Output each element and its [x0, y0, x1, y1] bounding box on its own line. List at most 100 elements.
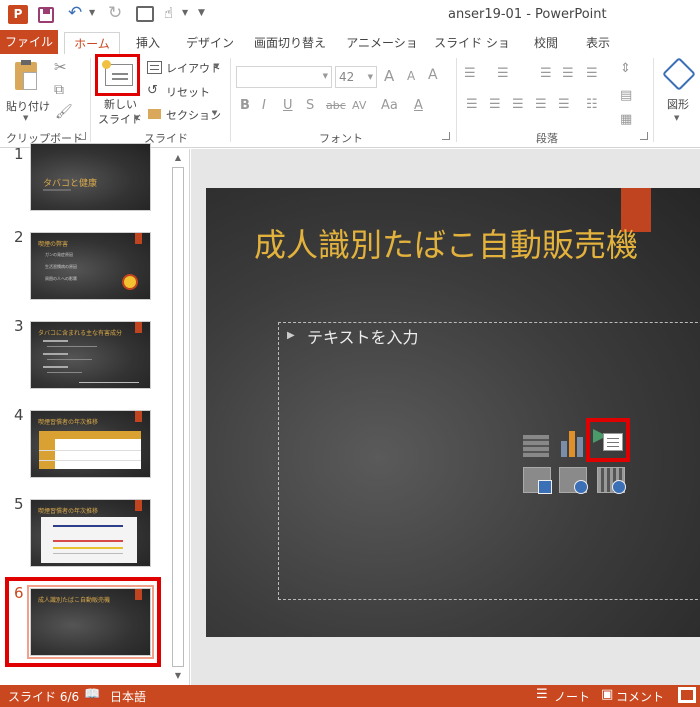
insert-online-picture-icon[interactable] [559, 467, 588, 494]
slide-thumbnail-4[interactable]: 喫煙習慣者の年次推移 [30, 410, 151, 478]
tab-animations[interactable]: アニメーション [344, 32, 420, 72]
format-painter-icon[interactable]: 🖌 [55, 104, 73, 120]
text-direction-icon[interactable]: ⇕ [620, 61, 631, 76]
shapes-dropdown-icon: ▼ [674, 114, 680, 122]
cut-icon[interactable]: ✂ [54, 58, 67, 76]
bullets-icon[interactable]: ☰ [464, 66, 476, 81]
thumb-text-line [47, 359, 92, 360]
redo-icon[interactable]: ↻ [108, 3, 122, 23]
increase-indent-icon[interactable]: ☰ [562, 66, 574, 81]
layout-icon [147, 61, 162, 74]
undo-icon[interactable]: ↶ [68, 3, 82, 23]
slide-thumbnail-2[interactable]: 喫煙の弊害 ガンの発症原因 生活習慣病の原因 周囲の人への影響 [30, 232, 151, 300]
slide-thumbnail-1[interactable]: タバコと健康 [30, 143, 151, 211]
thumb-number: 1 [14, 145, 24, 163]
content-placeholder[interactable]: ▶ テキストを入力 [278, 322, 700, 600]
powerpoint-icon[interactable]: P [8, 5, 28, 24]
columns-icon[interactable]: ☷ [586, 97, 598, 112]
line-spacing-icon[interactable]: ☰ [586, 66, 598, 81]
slide-thumbnail-5[interactable]: 喫煙習慣者の年次推移 [30, 499, 151, 567]
normal-view-icon[interactable] [678, 687, 696, 703]
slide-thumbnail-3[interactable]: タバコに含まれる主な有害成分 [30, 321, 151, 389]
scroll-down-icon[interactable]: ▼ [171, 669, 185, 683]
justify-icon[interactable]: ☰ [535, 97, 547, 112]
distributed-icon[interactable]: ☰ [558, 97, 570, 112]
ribbon: 貼り付け ▼ ✂ ⧉ 🖌 クリップボード 新しい スライド ▼ レイアウト ▼ … [0, 54, 700, 148]
comments-icon[interactable]: ▣ [601, 687, 613, 702]
current-slide[interactable]: 成人識別たばこ自動販売機 ▶ テキストを入力 [206, 188, 700, 637]
italic-icon[interactable]: I [262, 98, 266, 113]
underline-icon[interactable]: U [283, 98, 293, 113]
insert-chart-icon[interactable] [559, 427, 585, 457]
shrink-font-icon[interactable]: A [407, 69, 415, 83]
align-right-icon[interactable]: ☰ [512, 97, 524, 112]
font-size-dropdown-icon: ▼ [367, 73, 373, 81]
window-title: anser19-01 - PowerPoint [448, 7, 607, 22]
insert-video-icon[interactable] [597, 467, 626, 494]
new-slide-button[interactable] [95, 54, 140, 96]
thumb-bullet: 生活習慣病の原因 [45, 264, 77, 269]
present-from-start-icon[interactable] [136, 6, 154, 22]
slide-counter: スライド 6/6 [8, 690, 80, 704]
thumb-text-line [47, 372, 82, 373]
new-slide-dropdown-icon[interactable]: ▼ [134, 114, 139, 122]
insert-picture-icon[interactable] [523, 467, 552, 494]
insert-smartart-icon[interactable] [593, 427, 625, 453]
clipboard-launcher-icon[interactable] [78, 132, 86, 140]
comments-button[interactable]: コメント [616, 688, 664, 705]
slide-title[interactable]: 成人識別たばこ自動販売機 [254, 220, 638, 266]
tab-home[interactable]: ホーム [64, 32, 120, 55]
touch-mode-icon[interactable]: ☝ [164, 4, 173, 22]
slide-thumbnail-6[interactable]: 成人識別たばこ自動販売機 [30, 588, 151, 656]
tab-view[interactable]: 表示 [580, 32, 616, 54]
notes-icon[interactable]: ☰ [536, 687, 548, 702]
paragraph-launcher-icon[interactable] [640, 132, 648, 140]
thumb-table [39, 431, 141, 469]
shadow-icon[interactable]: S [306, 98, 314, 113]
font-color-icon[interactable]: A [414, 98, 423, 113]
smartart-icon[interactable]: ▦ [620, 112, 632, 127]
decrease-indent-icon[interactable]: ☰ [540, 66, 552, 81]
insert-table-icon[interactable] [523, 435, 549, 457]
shapes-label: 図形 [667, 98, 689, 111]
align-left-icon[interactable]: ☰ [466, 97, 478, 112]
font-name-combo[interactable]: ▼ [236, 66, 332, 88]
grow-font-icon[interactable]: A [384, 67, 394, 85]
strikethrough-icon[interactable]: abc [326, 99, 346, 112]
font-launcher-icon[interactable] [442, 132, 450, 140]
tab-design[interactable]: デザイン [182, 32, 238, 54]
section-button[interactable]: セクション ▼ [147, 106, 223, 124]
numbering-icon[interactable]: ☰ [497, 66, 509, 81]
tab-slideshow[interactable]: スライド ショー [432, 32, 512, 72]
shapes-button[interactable]: 図形 ▼ [659, 57, 699, 122]
paste-button[interactable]: 貼り付け ▼ [6, 60, 50, 122]
thumb-text-line [47, 346, 97, 347]
undo-dropdown-icon[interactable]: ▼ [89, 8, 95, 17]
tab-insert[interactable]: 挿入 [128, 32, 168, 54]
touch-dropdown-icon[interactable]: ▼ [182, 8, 188, 17]
spellcheck-icon[interactable]: 📖 [84, 687, 100, 702]
layout-button[interactable]: レイアウト ▼ [147, 60, 222, 78]
tab-review[interactable]: 校閲 [528, 32, 564, 54]
align-text-icon[interactable]: ▤ [620, 88, 632, 103]
thumb-text-line [43, 340, 68, 342]
tab-transitions[interactable]: 画面切り替え [250, 32, 330, 54]
thumbnail-scrollbar[interactable]: ▲ ▼ [171, 151, 185, 683]
language-indicator[interactable]: 日本語 [110, 688, 146, 705]
clear-format-icon[interactable]: A [428, 67, 438, 83]
bold-icon[interactable]: B [240, 98, 250, 113]
align-center-icon[interactable]: ☰ [489, 97, 501, 112]
reset-button[interactable]: ↺ リセット [147, 83, 217, 101]
char-spacing-icon[interactable]: AV [352, 99, 366, 112]
font-size-combo[interactable]: 42 ▼ [335, 66, 377, 88]
scroll-thumb[interactable] [172, 167, 184, 667]
notes-button[interactable]: ノート [554, 688, 590, 705]
save-icon[interactable] [38, 7, 54, 23]
thumb-title: タバコと健康 [43, 179, 98, 189]
scroll-up-icon[interactable]: ▲ [171, 151, 185, 165]
customize-qat-icon[interactable]: ▼ [198, 8, 205, 18]
change-case-icon[interactable]: Aa [381, 98, 398, 113]
copy-icon[interactable]: ⧉ [54, 82, 64, 98]
tab-file[interactable]: ファイル [0, 30, 58, 54]
new-slide-label-1[interactable]: 新しい [104, 96, 137, 112]
